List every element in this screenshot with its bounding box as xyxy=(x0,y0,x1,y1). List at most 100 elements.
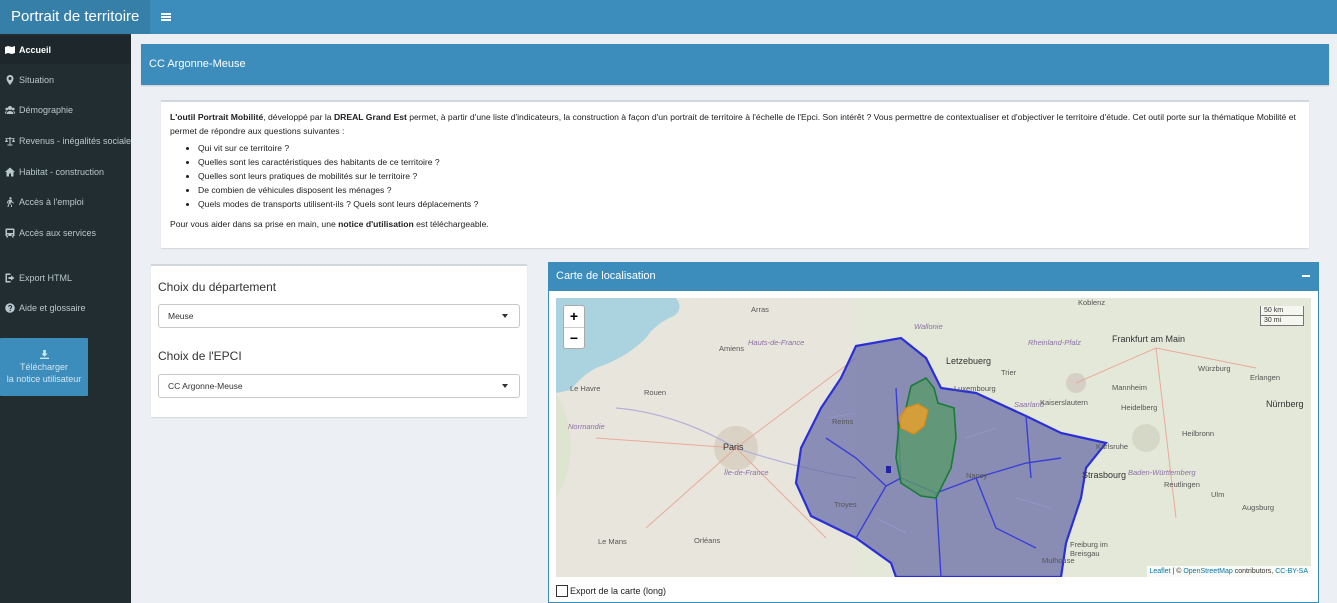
map-label: Letzebuerg xyxy=(946,356,992,366)
map-label: Amiens xyxy=(719,344,745,353)
epci-value: CC Argonne-Meuse xyxy=(168,381,243,391)
question-circle-icon xyxy=(4,303,15,314)
sidebar-item-label: Accès à l'emploi xyxy=(19,197,84,207)
intro-text: est téléchargeable. xyxy=(413,219,489,229)
map-label: Karlsruhe xyxy=(1096,442,1129,451)
scale-km: 50 km xyxy=(1260,306,1304,316)
sidebar-item-label: Aide et glossaire xyxy=(19,303,86,313)
map-label: Troyes xyxy=(834,500,857,509)
export-map-checkbox-row[interactable]: Export de la carte (long) xyxy=(556,585,666,597)
app-title[interactable]: Portrait de territoire xyxy=(0,0,150,34)
notice-link[interactable]: notice d'utilisation xyxy=(338,219,414,229)
map-label: Reutlingen xyxy=(1164,480,1200,489)
sidebar-item-revenus[interactable]: Revenus - inégalités sociales xyxy=(0,127,131,155)
download-line1: Télécharger xyxy=(19,361,69,372)
map-label: Ulm xyxy=(1211,490,1225,499)
map-label: Strasbourg xyxy=(1082,470,1127,480)
export-map-checkbox[interactable] xyxy=(556,585,568,597)
map-label: Heilbronn xyxy=(1182,429,1215,438)
epci-label: Choix de l'EPCI xyxy=(158,349,242,363)
list-item: Quels modes de transports utilisent-ils … xyxy=(198,197,1300,211)
scale-bar: 50 km 30 mi xyxy=(1260,306,1304,326)
map-label: Nancy xyxy=(966,471,988,480)
map-box-header: Carte de localisation xyxy=(548,262,1319,291)
epci-select[interactable]: CC Argonne-Meuse xyxy=(158,374,520,398)
map-icon xyxy=(4,45,15,56)
map-box: Carte de localisation Koblenz Wallonie A… xyxy=(548,262,1319,603)
walking-icon xyxy=(4,197,15,208)
export-map-label: Export de la carte (long) xyxy=(570,586,667,596)
map-label: Nürnberg xyxy=(1266,399,1304,409)
intro-paragraph: L'outil Portrait Mobilité, développé par… xyxy=(170,110,1300,138)
map-label: Le Mans xyxy=(598,537,627,546)
selection-box: Choix du département Meuse Choix de l'EP… xyxy=(151,264,527,417)
department-label: Choix du département xyxy=(158,280,277,294)
zoom-out-button[interactable]: − xyxy=(564,327,584,348)
map-box-title: Carte de localisation xyxy=(556,270,656,282)
sidebar-item-emploi[interactable]: Accès à l'emploi xyxy=(0,188,131,216)
sidebar-item-services[interactable]: Accès aux services xyxy=(0,219,131,247)
sidebar-item-label: Habitat - construction xyxy=(19,167,105,177)
map-marker-icon xyxy=(4,75,15,86)
sidebar-item-label: Revenus - inégalités sociales xyxy=(19,136,131,146)
list-item: Quelles sont leurs pratiques de mobilité… xyxy=(198,169,1300,183)
map-label: Kaiserslautern xyxy=(1040,398,1088,407)
zoom-control: + − xyxy=(563,305,585,349)
download-manual-button[interactable]: Télécharger la notice utilisateur xyxy=(0,338,88,396)
map-label: Mulhouse xyxy=(1042,556,1075,565)
balance-scale-icon xyxy=(4,136,15,147)
map-label: Koblenz xyxy=(1078,298,1106,307)
hamburger-icon xyxy=(161,13,171,21)
map-label: Baden-Württemberg xyxy=(1128,468,1196,477)
sidebar-item-label: Accueil xyxy=(19,45,52,55)
sidebar-item-situation[interactable]: Situation xyxy=(0,66,131,94)
map-label: Orléans xyxy=(694,536,721,545)
map-label: Heidelberg xyxy=(1121,403,1158,412)
sidebar-item-label: Accès aux services xyxy=(19,228,97,238)
intro-box: L'outil Portrait Mobilité, développé par… xyxy=(161,100,1309,248)
intro-help-paragraph: Pour vous aider dans sa prise en main, u… xyxy=(170,217,1300,231)
sidebar-item-demographie[interactable]: Démographie xyxy=(0,96,131,124)
attribution-text: | © xyxy=(1170,568,1184,575)
sidebar-toggle-button[interactable] xyxy=(150,0,182,34)
collapse-icon[interactable] xyxy=(1302,275,1310,277)
department-value: Meuse xyxy=(168,311,194,321)
questions-list: Qui vit sur ce territoire ? Quelles sont… xyxy=(198,141,1300,211)
map-label: Reims xyxy=(832,417,854,426)
bus-icon xyxy=(4,228,15,239)
sidebar-item-habitat[interactable]: Habitat - construction xyxy=(0,158,131,186)
department-select[interactable]: Meuse xyxy=(158,304,520,328)
map-attribution: Leaflet | © OpenStreetMap contributors, … xyxy=(1146,566,1311,577)
sidebar-item-aide[interactable]: Aide et glossaire xyxy=(0,294,131,322)
sidebar: Accueil Situation Démographie Revenus - … xyxy=(0,34,131,603)
map-label: Trier xyxy=(1001,368,1017,377)
list-item: Qui vit sur ce territoire ? xyxy=(198,141,1300,155)
license-link[interactable]: CC-BY-SA xyxy=(1275,568,1308,575)
sidebar-item-label: Situation xyxy=(19,75,55,85)
leaflet-link[interactable]: Leaflet xyxy=(1150,568,1171,575)
sidebar-item-label: Démographie xyxy=(19,105,74,115)
sidebar-item-accueil[interactable]: Accueil xyxy=(0,36,131,64)
map-label: Augsburg xyxy=(1242,503,1275,512)
osm-link[interactable]: OpenStreetMap xyxy=(1183,568,1232,575)
map-label: Rheinland-Pfalz xyxy=(1028,338,1081,347)
list-item: Quelles sont les caractéristiques des ha… xyxy=(198,155,1300,169)
download-icon xyxy=(39,349,49,359)
intro-tool-name: L'outil Portrait Mobilité xyxy=(170,112,264,122)
map-label: Wallonie xyxy=(914,322,943,331)
caret-down-icon xyxy=(502,314,508,318)
list-item: De combien de véhicules disposent les mé… xyxy=(198,183,1300,197)
map-label: Luxembourg xyxy=(954,384,996,393)
sidebar-item-label: Export HTML xyxy=(19,273,73,283)
attribution-text: contributors, xyxy=(1232,568,1276,575)
map-label: Paris xyxy=(723,442,744,452)
sidebar-item-export-html[interactable]: Export HTML xyxy=(0,264,131,292)
map-label: Freiburg im Breisgau xyxy=(1070,540,1108,558)
map-label: Erlangen xyxy=(1250,373,1281,382)
zoom-in-button[interactable]: + xyxy=(564,306,584,327)
leaflet-map[interactable]: Koblenz Wallonie Arras Letzebuerg Rheinl… xyxy=(556,298,1311,577)
map-label: Île-de-France xyxy=(724,468,769,477)
intro-text: , développé par la xyxy=(263,112,334,122)
map-label: Rouen xyxy=(644,388,667,397)
users-icon xyxy=(4,105,15,116)
